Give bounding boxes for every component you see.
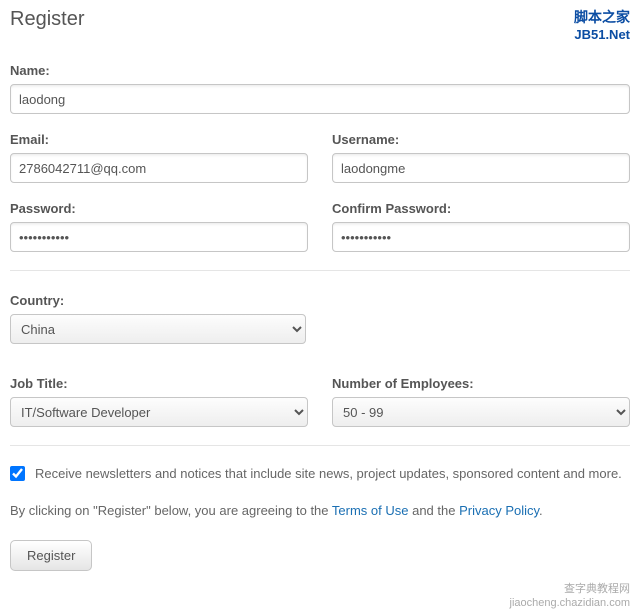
watermark-top: 脚本之家 JB51.Net xyxy=(574,8,630,44)
name-input[interactable] xyxy=(10,84,630,114)
watermark-bottom-cn: 查字典教程网 xyxy=(564,583,630,595)
email-label: Email: xyxy=(10,132,308,147)
privacy-policy-link[interactable]: Privacy Policy xyxy=(459,503,539,518)
agreement-middle: and the xyxy=(408,503,459,518)
watermark-bottom-url: jiaocheng.chazidian.com xyxy=(510,597,630,609)
watermark-top-cn: 脚本之家 xyxy=(574,9,630,25)
country-label: Country: xyxy=(10,293,630,308)
username-label: Username: xyxy=(332,132,630,147)
name-label: Name: xyxy=(10,63,630,78)
page-title: Register xyxy=(10,8,630,43)
num-employees-label: Number of Employees: xyxy=(332,376,630,391)
username-input[interactable] xyxy=(332,153,630,183)
email-input[interactable] xyxy=(10,153,308,183)
agreement-text: By clicking on "Register" below, you are… xyxy=(10,503,630,518)
divider-1 xyxy=(10,270,630,271)
newsletter-label: Receive newsletters and notices that inc… xyxy=(35,466,622,481)
num-employees-select[interactable]: 50 - 99 xyxy=(332,397,630,427)
agreement-suffix: . xyxy=(539,503,543,518)
password-input[interactable] xyxy=(10,222,308,252)
confirm-password-label: Confirm Password: xyxy=(332,201,630,216)
confirm-password-input[interactable] xyxy=(332,222,630,252)
divider-2 xyxy=(10,445,630,446)
watermark-top-net: JB51.Net xyxy=(574,27,630,42)
country-select[interactable]: China xyxy=(10,314,306,344)
terms-of-use-link[interactable]: Terms of Use xyxy=(332,503,409,518)
password-label: Password: xyxy=(10,201,308,216)
register-button[interactable]: Register xyxy=(10,540,92,571)
watermark-bottom: 查字典教程网 jiaocheng.chazidian.com xyxy=(510,582,630,611)
newsletter-checkbox[interactable] xyxy=(10,466,25,481)
job-title-select[interactable]: IT/Software Developer xyxy=(10,397,308,427)
job-title-label: Job Title: xyxy=(10,376,308,391)
agreement-prefix: By clicking on "Register" below, you are… xyxy=(10,503,332,518)
